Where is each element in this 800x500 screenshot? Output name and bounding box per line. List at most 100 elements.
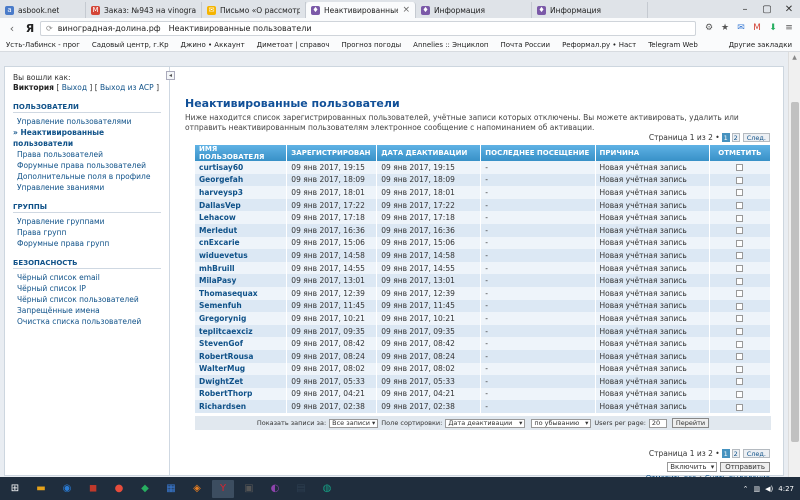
go-button[interactable]: Перейти [671,418,710,428]
taskbar-app-icon[interactable]: ◐ [264,480,286,498]
sidebar-item[interactable]: Права групп [13,227,161,238]
taskbar-app-icon[interactable]: Y [212,479,234,498]
sidebar-item[interactable]: Форумные права пользователей [13,160,161,171]
collapse-sidebar-icon[interactable]: ◂ [166,71,175,80]
username-link[interactable]: Richardsen [195,400,288,413]
sidebar-item[interactable]: Чёрный список пользователей [13,294,161,305]
page-1-link-bottom[interactable]: 1 [721,449,730,458]
page-1-link[interactable]: 1 [721,133,730,142]
username-link[interactable]: StevenGof [195,337,288,350]
close-window-icon[interactable]: ✕ [778,0,800,18]
column-header[interactable]: ЗАРЕГИСТРИРОВАН [286,145,378,161]
column-header[interactable]: ПОСЛЕДНЕЕ ПОСЕЩЕНИЕ [480,145,596,161]
mark-checkbox[interactable] [736,353,744,361]
mark-checkbox[interactable] [736,239,744,247]
username-link[interactable]: cnExcarie [195,236,288,250]
taskbar-app-icon[interactable]: ▦ [160,480,182,498]
column-header[interactable]: ОТМЕТИТЬ [709,145,772,161]
mark-checkbox[interactable] [736,164,744,172]
username-link[interactable]: WalterMug [195,362,288,376]
volume-icon[interactable]: ◀) [765,485,773,493]
username-link[interactable]: RobertThorp [195,387,288,401]
sidebar-item[interactable]: Управление званиями [13,182,161,193]
username-link[interactable]: MilaPasy [195,274,288,287]
sidebar-item[interactable]: Очистка списка пользователей [13,316,161,327]
sidebar-item[interactable]: » Неактивированные пользователи [13,127,161,149]
sort-direction-select[interactable]: по убыванию ▾ [531,418,592,428]
taskbar-app-icon[interactable]: ◈ [186,480,208,498]
bookmark-item[interactable]: Диметоат | справоч [257,41,330,49]
taskbar-app-icon[interactable]: ◉ [56,480,78,498]
mark-checkbox[interactable] [736,340,744,348]
mark-checkbox[interactable] [736,176,744,184]
tray-arrow-icon[interactable]: ⌃ [743,485,749,493]
clock[interactable]: 4:27 [778,485,794,493]
username-link[interactable]: teplitcaexciz [195,324,288,338]
mark-checkbox[interactable] [736,290,744,298]
sidebar-item[interactable]: Права пользователей [13,149,161,160]
mark-checkbox[interactable] [736,189,744,197]
mark-checkbox[interactable] [736,214,744,222]
taskbar-app-icon[interactable]: ▬ [30,480,52,498]
username-link[interactable]: harveysp3 [195,186,288,199]
mark-checkbox[interactable] [736,365,744,373]
tab-close-icon[interactable]: × [402,5,410,15]
sidebar-item[interactable]: Чёрный список email [13,272,161,283]
username-link[interactable]: Georgefah [195,173,288,187]
taskbar-app-icon[interactable]: ● [108,480,130,498]
minimize-icon[interactable]: – [734,0,756,18]
username-link[interactable]: Lehacow [195,211,288,224]
page-2-link-bottom[interactable]: 2 [731,449,740,458]
mark-checkbox[interactable] [736,252,744,260]
maximize-icon[interactable]: ▢ [756,0,778,18]
taskbar-app-icon[interactable]: ◆ [134,480,156,498]
network-icon[interactable]: ▥ [754,485,761,493]
mark-checkbox[interactable] [736,315,744,323]
exit-acp-link[interactable]: Выход из ACP [100,83,154,92]
sort-field-select[interactable]: Дата деактивации ▾ [445,418,526,428]
username-link[interactable]: RobertRousa [195,349,288,363]
username-link[interactable]: Thomasequax [195,286,288,300]
username-link[interactable]: mhBruill [195,261,288,275]
submit-button[interactable]: Отправить [720,462,770,472]
next-page-link-bottom[interactable]: След. [742,449,770,458]
page-2-link[interactable]: 2 [731,133,740,142]
sidebar-item[interactable]: Дополнительные поля в профиле [13,171,161,182]
browser-tab[interactable]: ♦ Неактивированные поль× [306,2,416,18]
download-icon[interactable]: ⬇ [766,21,780,35]
mail-icon[interactable]: ✉ [734,21,748,35]
mark-checkbox[interactable] [736,202,744,210]
bookmark-item[interactable]: Telegram Web [648,41,698,49]
sidebar-item[interactable]: Чёрный список IP [13,283,161,294]
bulk-action-select[interactable]: Включить ▾ [667,462,718,472]
settings-icon[interactable]: ⚙ [702,21,716,35]
sidebar-item[interactable]: Запрещённые имена [13,305,161,316]
taskbar-app-icon[interactable]: ◍ [316,480,338,498]
username-link[interactable]: Semenfuh [195,299,288,313]
username-link[interactable]: curtisay60 [195,161,288,174]
per-page-input[interactable]: 20 [648,418,667,428]
browser-tab[interactable]: M Заказ: №943 на vinograd-s [86,2,202,18]
yandex-logo-icon[interactable]: Я [23,21,37,35]
exit-link[interactable]: Выход [62,83,87,92]
browser-tab[interactable]: ♦ Информация [416,2,532,18]
mark-checkbox[interactable] [736,227,744,235]
next-page-link[interactable]: След. [742,133,770,142]
bookmark-item[interactable]: Прогноз погоды [341,41,401,49]
username-link[interactable]: DallasVep [195,198,288,212]
url-field[interactable]: ⟳ виноградная-долина.рф Неактивированные… [40,20,696,36]
mark-checkbox[interactable] [736,378,744,386]
username-link[interactable]: Gregorynig [195,312,288,325]
username-link[interactable]: DwightZet [195,375,288,388]
menu-icon[interactable]: ≡ [782,21,796,35]
column-header[interactable]: ПРИЧИНА [595,145,710,161]
username-link[interactable]: Merledut [195,223,288,237]
browser-tab[interactable]: ✉ Письмо «О рассмотрении [202,2,306,18]
sidebar-item[interactable]: Управление группами [13,216,161,227]
other-bookmarks[interactable]: Другие закладки [729,41,792,49]
taskbar-app-icon[interactable]: ◼ [82,480,104,498]
bookmark-item[interactable]: Почта России [500,41,550,49]
scroll-thumb[interactable] [791,102,799,442]
mark-checkbox[interactable] [736,328,744,336]
column-header[interactable]: ИМЯ ПОЛЬЗОВАТЕЛЯ [195,145,288,161]
